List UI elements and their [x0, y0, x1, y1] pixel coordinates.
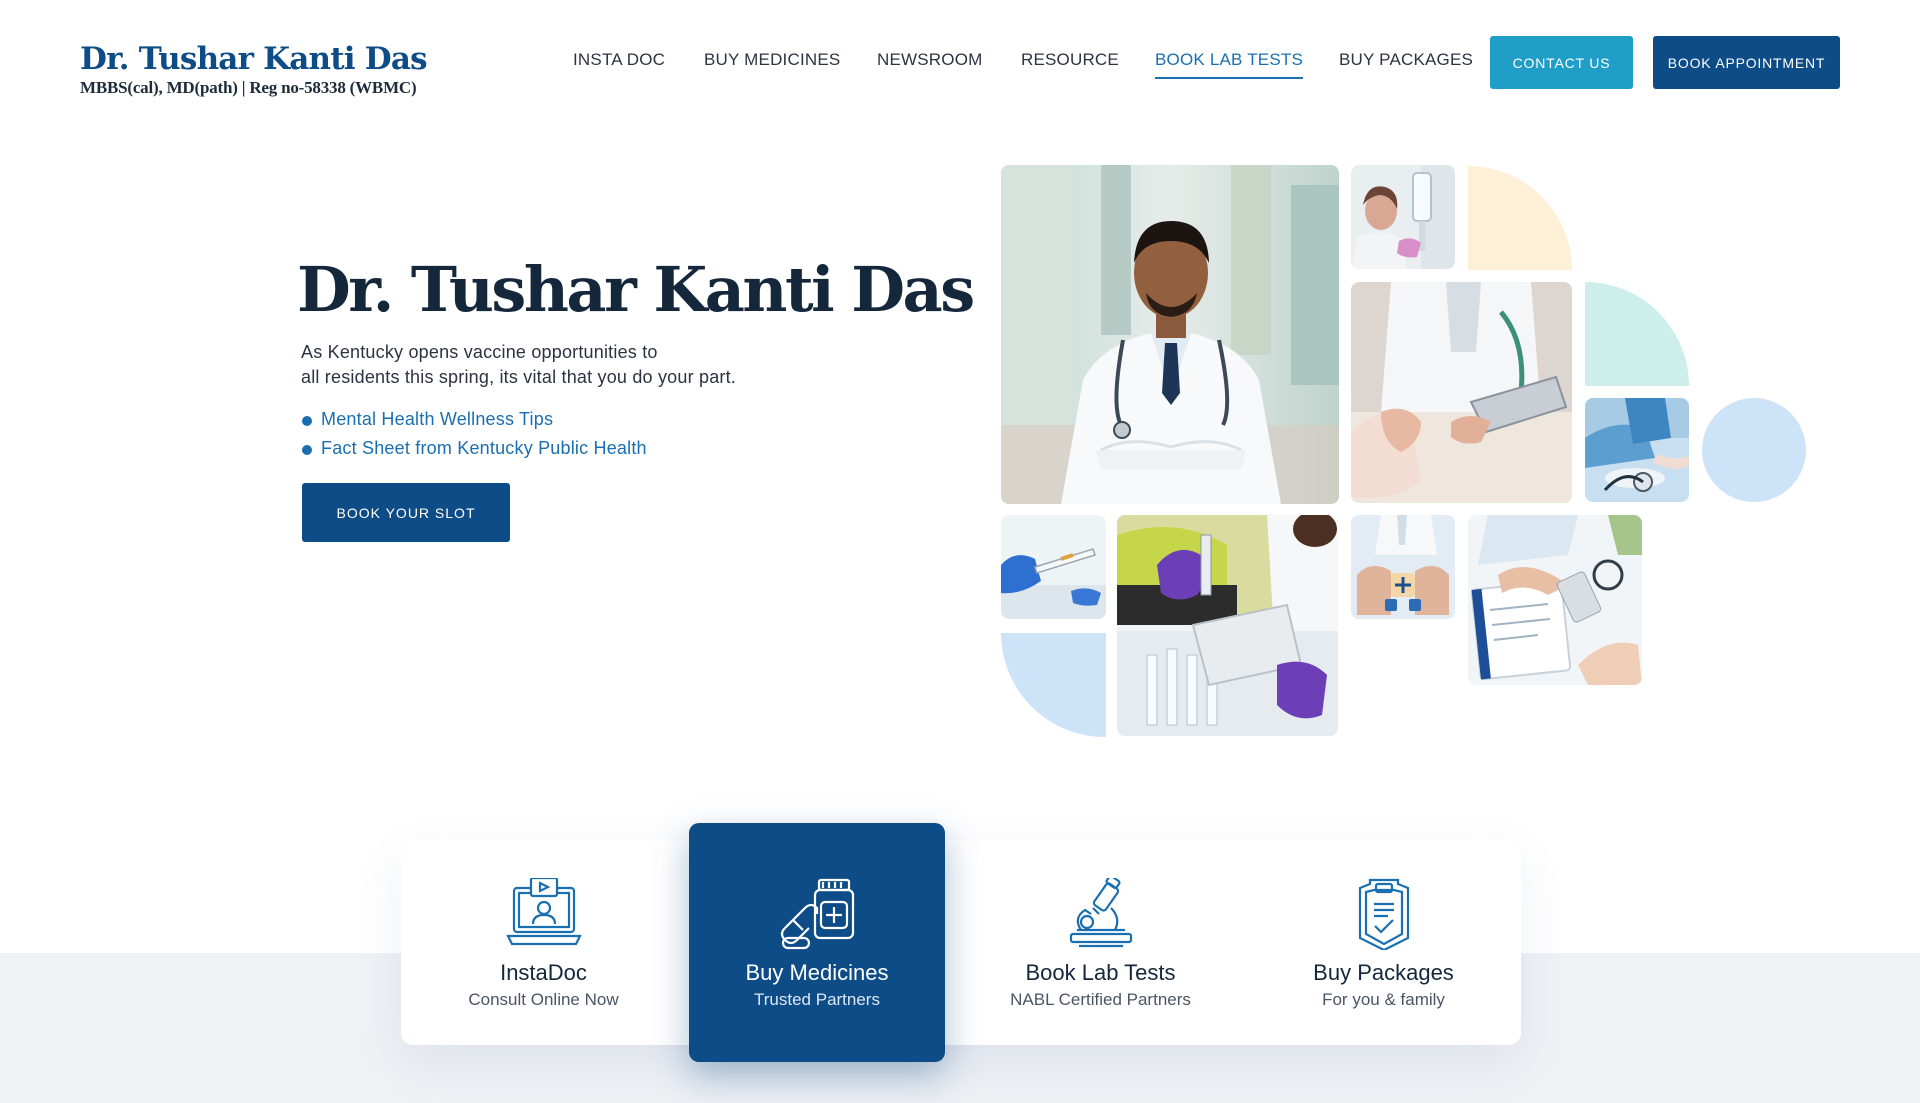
contact-us-button[interactable]: CONTACT US [1490, 36, 1633, 89]
book-appointment-button[interactable]: BOOK APPOINTMENT [1653, 36, 1840, 89]
microscope-icon [1063, 874, 1139, 950]
service-card-book-lab-tests[interactable]: Book Lab Tests NABL Certified Partners [958, 840, 1243, 1045]
service-title-buy-medicines: Buy Medicines [745, 960, 889, 985]
blue-quarter-circle [1001, 633, 1106, 737]
nav-resource[interactable]: RESOURCE [1021, 50, 1119, 70]
iv-drip-nurse-photo [1351, 165, 1455, 269]
nav-buy-medicines[interactable]: BUY MEDICINES [704, 50, 840, 70]
service-card-buy-medicines[interactable]: Buy Medicines Trusted Partners [689, 823, 945, 1062]
hero-description-line-2: all residents this spring, its vital tha… [301, 367, 737, 387]
nav-newsroom[interactable]: NEWSROOM [877, 50, 982, 70]
nav-buy-packages[interactable]: BUY PACKAGES [1339, 50, 1473, 70]
nav-insta-doc[interactable]: INSTA DOC [573, 50, 665, 70]
hero-link-list: Mental Health Wellness Tips Fact Sheet f… [301, 405, 647, 463]
doctor-portrait-photo [1001, 165, 1339, 504]
hero-description-line-1: As Kentucky opens vaccine opportunities … [301, 342, 658, 362]
cream-quarter-circle [1468, 166, 1572, 270]
medicine-bottle-icon [779, 878, 855, 950]
service-card-instadoc[interactable]: InstaDoc Consult Online Now [401, 840, 686, 1045]
link-mental-health-tips[interactable]: Mental Health Wellness Tips [301, 405, 647, 434]
link-fact-sheet[interactable]: Fact Sheet from Kentucky Public Health [301, 434, 647, 463]
service-title-book-lab-tests: Book Lab Tests [1025, 960, 1176, 985]
brand-subtitle: MBBS(cal), MD(path) | Reg no-58338 (WBMC… [80, 77, 417, 97]
service-subtitle-buy-packages: For you & family [1322, 990, 1445, 1009]
hands-with-medical-icons-photo [1351, 515, 1455, 619]
video-consult-icon [505, 876, 582, 950]
service-title-instadoc: InstaDoc [500, 960, 587, 985]
hero-title: Dr. Tushar Kanti Das [297, 253, 975, 326]
stethoscope-consult-photo [1585, 398, 1689, 502]
nav-book-lab-tests[interactable]: BOOK LAB TESTS [1155, 50, 1303, 79]
hero-description: As Kentucky opens vaccine opportunities … [301, 340, 821, 390]
service-subtitle-instadoc: Consult Online Now [468, 990, 619, 1009]
lab-researcher-photo [1117, 515, 1338, 736]
blue-circle [1702, 398, 1806, 502]
doctor-with-tablet-photo [1351, 282, 1572, 503]
service-title-buy-packages: Buy Packages [1313, 960, 1454, 985]
service-subtitle-buy-medicines: Trusted Partners [754, 990, 880, 1009]
book-your-slot-button[interactable]: BOOK YOUR SLOT [302, 483, 510, 542]
syringe-vial-photo [1001, 515, 1106, 619]
service-card-buy-packages[interactable]: Buy Packages For you & family [1246, 840, 1521, 1045]
service-subtitle-book-lab-tests: NABL Certified Partners [1010, 990, 1191, 1009]
prescription-pills-photo [1468, 515, 1642, 685]
services-panel: InstaDoc Consult Online Now Buy Medicine… [401, 823, 1521, 1062]
mint-quarter-circle [1585, 282, 1689, 386]
clipboard-check-icon [1346, 878, 1422, 952]
